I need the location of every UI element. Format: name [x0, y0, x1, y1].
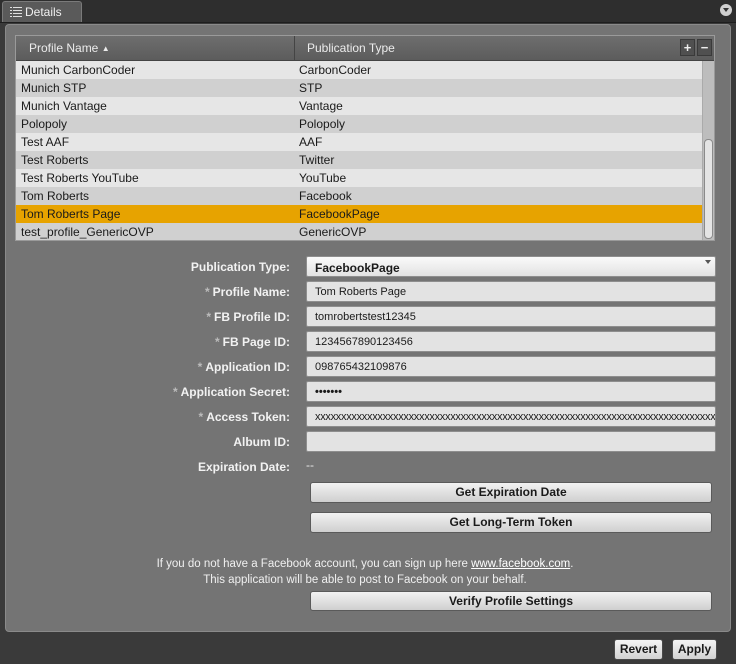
table-row[interactable]: Test Roberts Twitter	[16, 151, 702, 169]
profile-name-cell: Test Roberts YouTube	[21, 171, 139, 185]
publication-type-cell: Vantage	[299, 99, 343, 113]
get-long-term-token-button[interactable]: Get Long-Term Token	[310, 512, 712, 533]
profile-name-cell: Polopoly	[21, 117, 68, 131]
dropdown-arrow-icon	[705, 260, 711, 264]
publication-type-cell: AAF	[299, 135, 323, 149]
profile-name-cell: Test AAF	[21, 135, 70, 149]
required-marker: *	[204, 285, 210, 299]
required-marker: *	[198, 410, 204, 424]
publication-type-value: FacebookPage	[315, 261, 400, 275]
profile-name-field[interactable]: Tom Roberts Page	[306, 281, 716, 302]
fb-page-id-field[interactable]: 1234567890123456	[306, 331, 716, 352]
column-header-publication-type[interactable]: Publication Type	[307, 41, 395, 55]
publication-type-cell: Facebook	[299, 189, 352, 203]
list-icon	[10, 7, 22, 17]
tab-details[interactable]: Details	[2, 1, 82, 22]
table-scrollbar[interactable]	[702, 61, 714, 240]
fb-profile-id-label: * FB Profile ID:	[206, 310, 290, 324]
get-expiration-date-button[interactable]: Get Expiration Date	[310, 482, 712, 503]
table-row[interactable]: Tom Roberts Page FacebookPage	[16, 205, 702, 223]
panel-menu-icon[interactable]	[720, 4, 732, 16]
column-divider[interactable]	[294, 36, 295, 60]
scrollbar-thumb[interactable]	[704, 139, 713, 239]
profile-name-cell: Test Roberts	[21, 153, 89, 167]
publication-type-cell: FacebookPage	[299, 207, 380, 221]
table-row[interactable]: Munich STP STP	[16, 79, 702, 97]
profile-name-cell: Tom Roberts	[21, 189, 90, 203]
application-secret-label: * Application Secret:	[172, 385, 290, 399]
profile-name-cell: Munich STP	[21, 81, 87, 95]
table-header: Profile Name ▲ Publication Type + −	[16, 36, 714, 61]
fb-page-id-label: * FB Page ID:	[214, 335, 290, 349]
publication-type-cell: Twitter	[299, 153, 335, 167]
album-id-field[interactable]	[306, 431, 716, 452]
profile-name-cell: Munich Vantage	[21, 99, 107, 113]
facebook-signup-info: If you do not have a Facebook account, y…	[156, 558, 574, 570]
required-marker: *	[214, 335, 220, 349]
expiration-date-label: Expiration Date:	[197, 460, 290, 474]
profile-name-cell: test_profile_GenericOVP	[21, 225, 154, 239]
post-permission-info: This application will be able to post to…	[203, 574, 527, 586]
publication-type-cell: Polopoly	[299, 117, 346, 131]
tab-strip: Details	[0, 0, 736, 23]
application-secret-field[interactable]: •••••••	[306, 381, 716, 402]
required-marker: *	[206, 310, 211, 324]
table-row[interactable]: Munich CarbonCoder CarbonCoder	[16, 61, 702, 79]
application-id-label: * Application ID:	[197, 360, 290, 374]
publication-type-cell: CarbonCoder	[299, 63, 372, 77]
apply-button[interactable]: Apply	[672, 639, 717, 660]
add-profile-button[interactable]: +	[680, 39, 695, 56]
profile-name-cell: Munich CarbonCoder	[21, 63, 136, 77]
table-body: Munich CarbonCoder CarbonCoder Munich STP S…	[16, 61, 702, 240]
tab-label: Details	[25, 5, 62, 19]
table-row[interactable]: Test AAF AAF	[16, 133, 702, 151]
required-marker: *	[172, 385, 178, 399]
facebook-link[interactable]: www.facebook.com	[471, 558, 570, 570]
access-token-field[interactable]: xxxxxxxxxxxxxxxxxxxxxxxxxxxxxxxxxxxxxxxx…	[306, 406, 716, 427]
expiration-date-value: --	[306, 458, 314, 472]
profile-name-cell: Tom Roberts Page	[21, 207, 121, 221]
profile-name-label: * Profile Name:	[204, 285, 290, 299]
required-marker: *	[197, 360, 203, 374]
publication-type-cell: YouTube	[299, 171, 347, 185]
column-header-profile-name[interactable]: Profile Name ▲	[29, 41, 110, 55]
publication-type-label: Publication Type:	[190, 260, 290, 274]
table-row[interactable]: Polopoly Polopoly	[16, 115, 702, 133]
table-row[interactable]: test_profile_GenericOVP GenericOVP	[16, 223, 702, 240]
remove-profile-button[interactable]: −	[697, 39, 712, 56]
sort-ascending-icon: ▲	[101, 44, 110, 53]
table-row[interactable]: Munich Vantage Vantage	[16, 97, 702, 115]
album-id-label: Album ID:	[233, 435, 290, 449]
application-id-field[interactable]: 098765432109876	[306, 356, 716, 377]
table-row[interactable]: Test Roberts YouTube YouTube	[16, 169, 702, 187]
table-row[interactable]: Tom Roberts Facebook	[16, 187, 702, 205]
publication-type-select[interactable]: FacebookPage	[306, 256, 716, 277]
profiles-table: Profile Name ▲ Publication Type + − Muni…	[15, 35, 715, 241]
revert-button[interactable]: Revert	[614, 639, 663, 660]
fb-profile-id-field[interactable]: tomrobertstest12345	[306, 306, 716, 327]
access-token-label: * Access Token:	[198, 410, 290, 424]
verify-profile-settings-button[interactable]: Verify Profile Settings	[310, 591, 712, 611]
publication-type-cell: GenericOVP	[299, 225, 367, 239]
publication-type-cell: STP	[299, 81, 323, 95]
